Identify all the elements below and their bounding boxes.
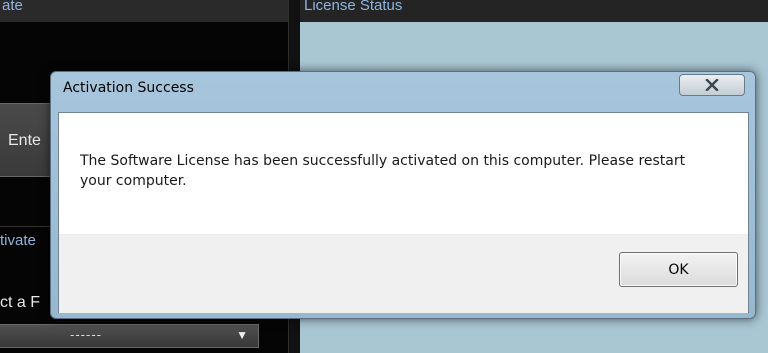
enter-button-label: Ente bbox=[8, 132, 41, 149]
dialog-message: The Software License has been successful… bbox=[80, 153, 686, 189]
select-dropdown[interactable]: ------ ▼ bbox=[0, 324, 259, 348]
dialog-button-area: OK bbox=[59, 234, 748, 313]
dropdown-value: ------ bbox=[70, 327, 102, 342]
dialog-content: The Software License has been successful… bbox=[58, 112, 749, 313]
chevron-down-icon: ▼ bbox=[236, 328, 248, 342]
close-button[interactable] bbox=[679, 74, 745, 96]
ok-button[interactable]: OK bbox=[619, 252, 738, 287]
activate-section-label: tivate bbox=[0, 232, 36, 249]
close-icon bbox=[705, 79, 719, 91]
activation-success-dialog: Activation Success The Software License … bbox=[50, 71, 756, 319]
left-panel-header-label: ate bbox=[2, 0, 23, 14]
license-status-header: License Status bbox=[300, 0, 768, 22]
left-panel-header: ate bbox=[0, 0, 288, 22]
license-status-title: License Status bbox=[304, 0, 403, 14]
dialog-title: Activation Success bbox=[63, 80, 194, 96]
select-label: ct a F bbox=[0, 294, 41, 311]
